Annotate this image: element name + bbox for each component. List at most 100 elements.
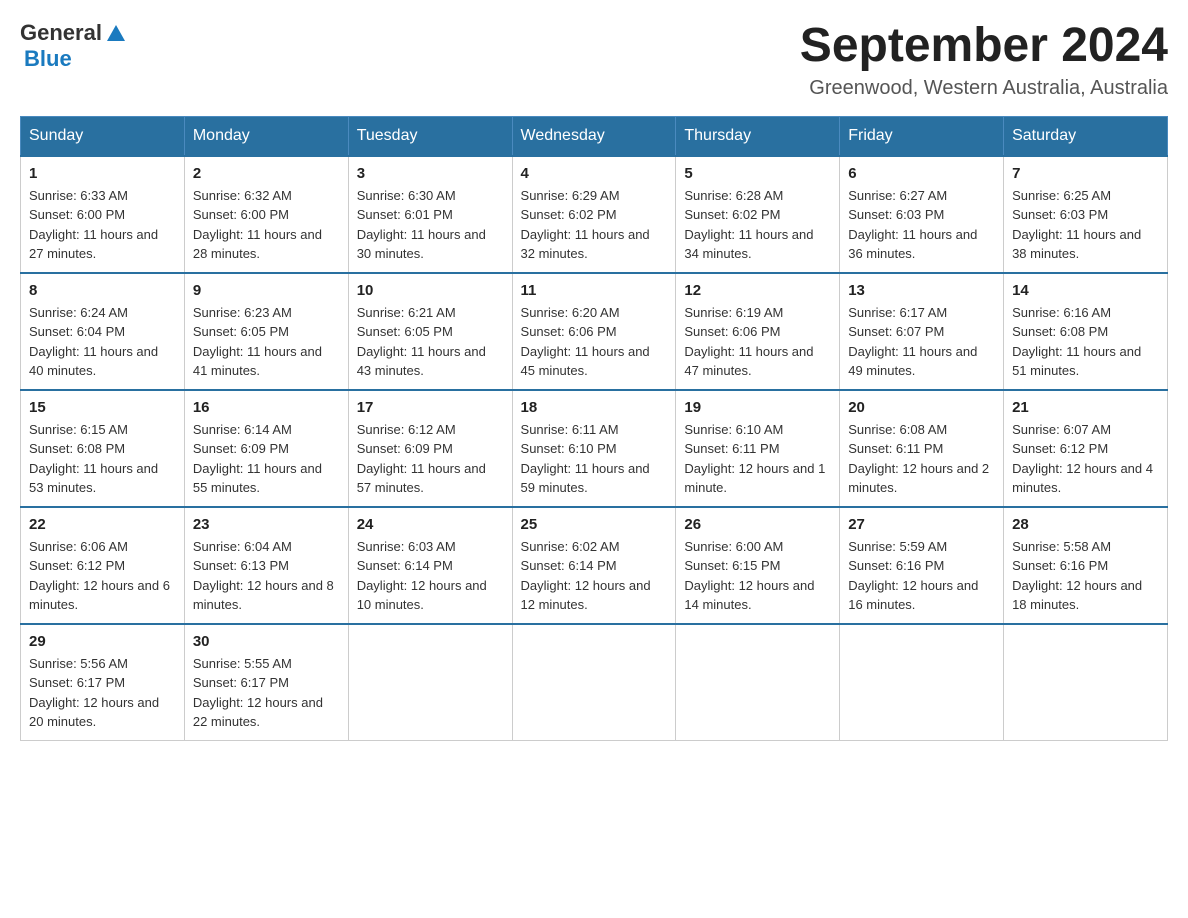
- table-row: 17 Sunrise: 6:12 AMSunset: 6:09 PMDayligh…: [348, 390, 512, 507]
- table-row: 26 Sunrise: 6:00 AMSunset: 6:15 PMDayligh…: [676, 507, 840, 624]
- day-info: Sunrise: 6:29 AMSunset: 6:02 PMDaylight:…: [521, 186, 668, 264]
- day-info: Sunrise: 6:06 AMSunset: 6:12 PMDaylight:…: [29, 537, 176, 615]
- table-row: 5 Sunrise: 6:28 AMSunset: 6:02 PMDaylight…: [676, 156, 840, 273]
- table-row: [512, 624, 676, 741]
- day-number: 17: [357, 399, 504, 416]
- day-number: 11: [521, 282, 668, 299]
- day-number: 10: [357, 282, 504, 299]
- calendar-week-row-3: 15 Sunrise: 6:15 AMSunset: 6:08 PMDayligh…: [21, 390, 1168, 507]
- day-info: Sunrise: 6:00 AMSunset: 6:15 PMDaylight:…: [684, 537, 831, 615]
- col-header-friday: Friday: [840, 116, 1004, 156]
- table-row: 25 Sunrise: 6:02 AMSunset: 6:14 PMDayligh…: [512, 507, 676, 624]
- day-info: Sunrise: 6:08 AMSunset: 6:11 PMDaylight:…: [848, 420, 995, 498]
- table-row: 8Sunrise: 6:24 AMSunset: 6:04 PMDaylight…: [21, 273, 185, 390]
- day-number: 18: [521, 399, 668, 416]
- day-info: Sunrise: 5:58 AMSunset: 6:16 PMDaylight:…: [1012, 537, 1159, 615]
- table-row: 1 Sunrise: 6:33 AMSunset: 6:00 PMDaylight…: [21, 156, 185, 273]
- table-row: 14 Sunrise: 6:16 AMSunset: 6:08 PMDayligh…: [1004, 273, 1168, 390]
- title-section: September 2024 Greenwood, Western Austra…: [800, 20, 1168, 100]
- day-info: Sunrise: 6:16 AMSunset: 6:08 PMDaylight:…: [1012, 303, 1159, 381]
- day-info: Sunrise: 6:28 AMSunset: 6:02 PMDaylight:…: [684, 186, 831, 264]
- day-number: 15: [29, 399, 176, 416]
- day-number: 1: [29, 165, 176, 182]
- day-info: Sunrise: 6:20 AMSunset: 6:06 PMDaylight:…: [521, 303, 668, 381]
- day-number: 16: [193, 399, 340, 416]
- col-header-thursday: Thursday: [676, 116, 840, 156]
- table-row: 13Sunrise: 6:17 AMSunset: 6:07 PMDayligh…: [840, 273, 1004, 390]
- table-row: 7Sunrise: 6:25 AMSunset: 6:03 PMDaylight…: [1004, 156, 1168, 273]
- calendar-table: Sunday Monday Tuesday Wednesday Thursday…: [20, 116, 1168, 741]
- day-info: Sunrise: 6:02 AMSunset: 6:14 PMDaylight:…: [521, 537, 668, 615]
- day-number: 28: [1012, 516, 1159, 533]
- calendar-week-row-2: 8Sunrise: 6:24 AMSunset: 6:04 PMDaylight…: [21, 273, 1168, 390]
- day-info: Sunrise: 6:23 AMSunset: 6:05 PMDaylight:…: [193, 303, 340, 381]
- day-info: Sunrise: 5:59 AMSunset: 6:16 PMDaylight:…: [848, 537, 995, 615]
- day-info: Sunrise: 6:17 AMSunset: 6:07 PMDaylight:…: [848, 303, 995, 381]
- day-number: 3: [357, 165, 504, 182]
- day-info: Sunrise: 6:33 AMSunset: 6:00 PMDaylight:…: [29, 186, 176, 264]
- table-row: 29 Sunrise: 5:56 AMSunset: 6:17 PMDayligh…: [21, 624, 185, 741]
- day-number: 12: [684, 282, 831, 299]
- table-row: [1004, 624, 1168, 741]
- day-number: 14: [1012, 282, 1159, 299]
- calendar-week-row-4: 22 Sunrise: 6:06 AMSunset: 6:12 PMDayligh…: [21, 507, 1168, 624]
- day-number: 29: [29, 633, 176, 650]
- logo: General Blue: [20, 20, 127, 72]
- table-row: 27 Sunrise: 5:59 AMSunset: 6:16 PMDayligh…: [840, 507, 1004, 624]
- day-info: Sunrise: 6:07 AMSunset: 6:12 PMDaylight:…: [1012, 420, 1159, 498]
- page-header: General Blue September 2024 Greenwood, W…: [20, 20, 1168, 100]
- col-header-tuesday: Tuesday: [348, 116, 512, 156]
- day-number: 8: [29, 282, 176, 299]
- day-number: 19: [684, 399, 831, 416]
- day-number: 27: [848, 516, 995, 533]
- table-row: 4 Sunrise: 6:29 AMSunset: 6:02 PMDaylight…: [512, 156, 676, 273]
- day-number: 20: [848, 399, 995, 416]
- col-header-monday: Monday: [184, 116, 348, 156]
- day-info: Sunrise: 6:32 AMSunset: 6:00 PMDaylight:…: [193, 186, 340, 264]
- table-row: 10 Sunrise: 6:21 AMSunset: 6:05 PMDayligh…: [348, 273, 512, 390]
- day-number: 26: [684, 516, 831, 533]
- day-number: 2: [193, 165, 340, 182]
- table-row: 19 Sunrise: 6:10 AMSunset: 6:11 PMDayligh…: [676, 390, 840, 507]
- table-row: 18 Sunrise: 6:11 AMSunset: 6:10 PMDayligh…: [512, 390, 676, 507]
- day-info: Sunrise: 6:12 AMSunset: 6:09 PMDaylight:…: [357, 420, 504, 498]
- table-row: 24 Sunrise: 6:03 AMSunset: 6:14 PMDayligh…: [348, 507, 512, 624]
- table-row: 15 Sunrise: 6:15 AMSunset: 6:08 PMDayligh…: [21, 390, 185, 507]
- table-row: 12 Sunrise: 6:19 AMSunset: 6:06 PMDayligh…: [676, 273, 840, 390]
- month-title: September 2024: [800, 20, 1168, 73]
- day-number: 24: [357, 516, 504, 533]
- day-number: 7: [1012, 165, 1159, 182]
- table-row: 6Sunrise: 6:27 AMSunset: 6:03 PMDaylight…: [840, 156, 1004, 273]
- day-info: Sunrise: 6:10 AMSunset: 6:11 PMDaylight:…: [684, 420, 831, 498]
- day-info: Sunrise: 6:11 AMSunset: 6:10 PMDaylight:…: [521, 420, 668, 498]
- col-header-wednesday: Wednesday: [512, 116, 676, 156]
- day-number: 4: [521, 165, 668, 182]
- calendar-week-row-1: 1 Sunrise: 6:33 AMSunset: 6:00 PMDaylight…: [21, 156, 1168, 273]
- day-info: Sunrise: 5:55 AMSunset: 6:17 PMDaylight:…: [193, 654, 340, 732]
- day-number: 25: [521, 516, 668, 533]
- table-row: 3Sunrise: 6:30 AMSunset: 6:01 PMDaylight…: [348, 156, 512, 273]
- location-subtitle: Greenwood, Western Australia, Australia: [800, 77, 1168, 100]
- day-info: Sunrise: 6:03 AMSunset: 6:14 PMDaylight:…: [357, 537, 504, 615]
- table-row: [840, 624, 1004, 741]
- day-number: 21: [1012, 399, 1159, 416]
- table-row: 20 Sunrise: 6:08 AMSunset: 6:11 PMDayligh…: [840, 390, 1004, 507]
- calendar-header-row: Sunday Monday Tuesday Wednesday Thursday…: [21, 116, 1168, 156]
- table-row: [676, 624, 840, 741]
- table-row: 21 Sunrise: 6:07 AMSunset: 6:12 PMDayligh…: [1004, 390, 1168, 507]
- logo-text-blue: Blue: [24, 46, 72, 71]
- calendar-week-row-5: 29 Sunrise: 5:56 AMSunset: 6:17 PMDayligh…: [21, 624, 1168, 741]
- day-info: Sunrise: 6:21 AMSunset: 6:05 PMDaylight:…: [357, 303, 504, 381]
- table-row: 23Sunrise: 6:04 AMSunset: 6:13 PMDayligh…: [184, 507, 348, 624]
- day-info: Sunrise: 6:19 AMSunset: 6:06 PMDaylight:…: [684, 303, 831, 381]
- day-number: 22: [29, 516, 176, 533]
- col-header-sunday: Sunday: [21, 116, 185, 156]
- day-number: 5: [684, 165, 831, 182]
- table-row: 9 Sunrise: 6:23 AMSunset: 6:05 PMDaylight…: [184, 273, 348, 390]
- day-number: 9: [193, 282, 340, 299]
- day-info: Sunrise: 5:56 AMSunset: 6:17 PMDaylight:…: [29, 654, 176, 732]
- day-info: Sunrise: 6:15 AMSunset: 6:08 PMDaylight:…: [29, 420, 176, 498]
- logo-text-general: General: [20, 20, 102, 46]
- day-number: 30: [193, 633, 340, 650]
- day-number: 6: [848, 165, 995, 182]
